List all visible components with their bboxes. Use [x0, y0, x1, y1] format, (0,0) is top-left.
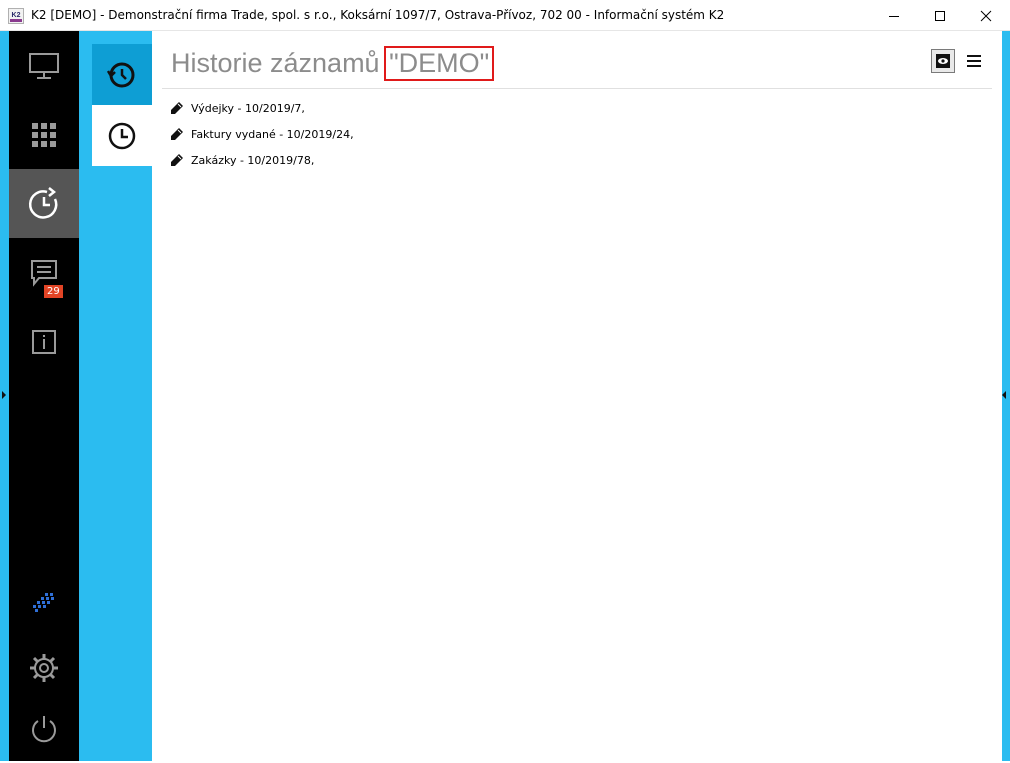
k2-logo-icon — [33, 592, 54, 612]
main-sidebar: 29 — [9, 31, 79, 761]
monitor-icon — [29, 52, 59, 79]
history-subnav — [92, 31, 152, 761]
main-panel: Historie záznamů "DEMO" Výdejky - 10/201… — [152, 31, 1002, 761]
record-label: Výdejky - 10/2019/7, — [191, 101, 305, 115]
company-highlight: "DEMO" — [384, 46, 495, 81]
list-item[interactable]: Faktury vydané - 10/2019/24, — [170, 121, 354, 147]
page-title-text: Historie záznamů — [171, 48, 380, 78]
collapse-arrow-icon — [1002, 391, 1006, 399]
window-title: K2 [DEMO] - Demonstrační firma Trade, sp… — [31, 8, 725, 22]
history-record-list: Výdejky - 10/2019/7, Faktury vydané - 10… — [170, 95, 354, 173]
subnav-item-history-records[interactable] — [92, 44, 152, 105]
sidebar-item-logout[interactable] — [9, 694, 79, 763]
window-titlebar: K2 K2 [DEMO] - Demonstrační firma Trade,… — [0, 0, 1010, 31]
pencil-icon — [171, 154, 183, 166]
page-title: Historie záznamů "DEMO" — [171, 46, 495, 81]
right-collapse-edge[interactable] — [1002, 31, 1010, 761]
sidebar-item-history[interactable] — [9, 169, 79, 238]
clock-icon — [108, 122, 136, 149]
power-icon — [32, 715, 56, 742]
sidebar-item-desktop[interactable] — [9, 31, 79, 100]
view-toggle-button[interactable] — [931, 49, 955, 73]
history-clock-icon — [28, 186, 58, 219]
record-label: Zakázky - 10/2019/78, — [191, 153, 315, 167]
minimize-icon — [889, 15, 899, 17]
k2-app-icon: K2 — [8, 8, 24, 24]
left-collapse-edge[interactable] — [0, 31, 9, 761]
maximize-icon — [935, 10, 945, 21]
view-icon — [936, 54, 950, 68]
maximize-button[interactable] — [917, 0, 963, 31]
record-label: Faktury vydané - 10/2019/24, — [191, 127, 354, 141]
menu-icon — [967, 55, 981, 67]
menu-button[interactable] — [965, 52, 983, 70]
messages-count-badge: 29 — [44, 285, 63, 298]
history-clock-icon — [107, 62, 135, 87]
gear-icon — [30, 653, 58, 682]
close-icon — [980, 10, 992, 21]
k2-logo — [9, 567, 79, 636]
pencil-icon — [171, 102, 183, 114]
grid-icon — [32, 122, 56, 147]
collapse-arrow-icon — [2, 391, 6, 399]
info-icon — [32, 329, 56, 354]
sidebar-item-modules[interactable] — [9, 100, 79, 169]
sidebar-item-info[interactable] — [9, 307, 79, 376]
sidebar-item-settings[interactable] — [9, 633, 79, 702]
pencil-icon — [171, 128, 183, 140]
sidebar-item-messages[interactable]: 29 — [9, 238, 79, 307]
chat-icon — [31, 259, 57, 287]
header-divider — [162, 88, 992, 89]
minimize-button[interactable] — [871, 0, 917, 31]
subnav-item-recent[interactable] — [92, 105, 152, 166]
close-button[interactable] — [963, 0, 1009, 31]
list-item[interactable]: Výdejky - 10/2019/7, — [170, 95, 354, 121]
sidebar-separator — [79, 31, 92, 761]
list-item[interactable]: Zakázky - 10/2019/78, — [170, 147, 354, 173]
